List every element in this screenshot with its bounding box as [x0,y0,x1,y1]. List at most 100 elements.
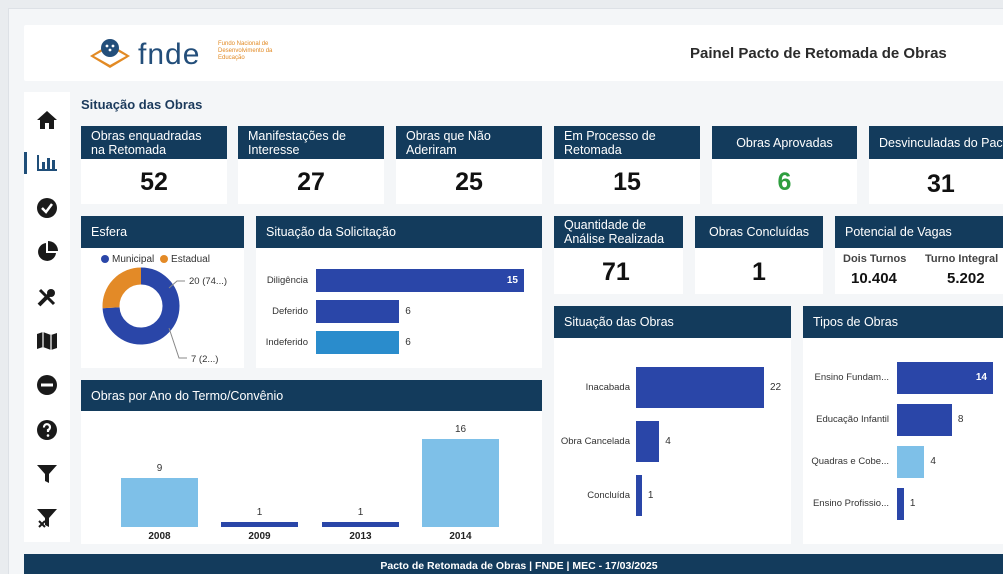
bar-label: Ensino Profissio... [812,498,889,509]
donut-label-estadual: 7 (2...) [191,354,219,365]
bar[interactable] [897,446,925,478]
bar-value: 9 [156,462,163,474]
potencial-value-turno-integral: 5.202 [947,270,985,287]
bar-value: 14 [975,372,987,383]
situacao-obras-card: Situação das Obras Inacabada 22 Obra Cance… [554,306,791,544]
bar-value: 1 [357,506,364,518]
tipos-obras-card: Tipos de Obras Ensino Fundam... 14 Educaçã… [803,306,1003,544]
kpi-value: 27 [297,168,325,196]
bar-value: 6 [405,336,411,348]
esfera-donut-chart [102,267,187,359]
bar[interactable] [636,475,642,516]
kpi-card-analise[interactable]: Quantidade de Análise Realizada 71 [554,216,683,294]
bar-value: 22 [770,381,782,393]
bar-value: 1 [909,498,916,509]
bar-value: 15 [506,274,518,286]
bar-value: 1 [647,489,654,501]
potencial-label-turno-integral: Turno Integral [925,253,999,265]
home-icon[interactable] [35,108,59,132]
fnde-emblem-icon [90,39,130,68]
kpi-value: 31 [927,170,955,198]
kpi-card-nao-aderiram[interactable]: Obras que Não Aderiram 25 [396,126,542,204]
bar-label: Concluída [587,489,630,501]
solicitacao-card: Situação da Solicitação Diligência 15 Defe… [256,216,542,368]
kpi-card-manifestacoes[interactable]: Manifestações de Interesse 27 [238,126,384,204]
kpi-value: 71 [602,258,630,286]
logo-subtitle: Fundo Nacional de Desenvolvimento da Edu… [218,41,273,61]
bar-value: 6 [405,305,411,317]
bar[interactable] [636,421,660,462]
bar[interactable] [636,367,764,408]
bar-label: Quadras e Cobe... [811,456,889,467]
kpi-value: 52 [140,168,168,196]
kpi-card-em-processo[interactable]: Em Processo de Retomada 15 [554,126,700,204]
bar-chart-icon[interactable] [35,151,59,175]
kpi-value: 15 [613,168,641,196]
bar[interactable] [897,404,952,436]
fnde-logo[interactable]: fnde Fundo Nacional de Desenvolvimento d… [86,34,286,74]
kpi-label: Desvinculadas do Pacto [869,126,1003,159]
bar-label: Educação Infantil [816,414,889,425]
bar-value: 16 [454,424,467,435]
kpi-label: Obras Concluídas [695,216,823,248]
potencial-label-dois-turnos: Dois Turnos [843,253,907,265]
bar-value: 1 [256,506,263,518]
situacao-obras-bar-chart: Inacabada 22 Obra Cancelada 4 Concluída 1 [554,338,791,544]
esfera-title: Esfera [81,216,244,248]
esfera-card: Esfera Municipal Estadual 20 (74...) 7 (… [81,216,244,368]
potencial-vagas-card[interactable]: Potencial de Vagas Dois Turnos 10.404 Tu… [835,216,1003,294]
bar-label: Indeferido [265,336,308,348]
obras-ano-bar-chart: 9 2008 1 2009 1 2013 16 2014 [81,411,542,544]
bar[interactable] [121,477,198,527]
kpi-value: 1 [752,258,766,286]
sidebar [24,92,70,542]
filter-icon[interactable] [35,462,59,486]
map-icon[interactable] [35,329,59,353]
bar-category: 2013 [349,531,372,542]
kpi-label: Quantidade de Análise Realizada [554,216,683,248]
bar[interactable] [221,521,298,527]
kpi-value: 25 [455,168,483,196]
check-circle-icon[interactable] [35,196,59,220]
bar[interactable] [322,521,399,527]
logo-wordmark: fnde [138,38,201,71]
kpi-value: 6 [777,168,792,196]
help-icon[interactable] [35,418,59,442]
bar-label: Obra Cancelada [560,435,630,447]
bar-label: Deferido [272,305,308,317]
kpi-label: Obras que Não Aderiram [396,126,542,159]
tipos-obras-title: Tipos de Obras [803,306,1003,338]
obras-ano-title: Obras por Ano do Termo/Convênio [81,380,542,411]
kpi-label: Obras enquadradas na Retomada [81,126,227,159]
pie-chart-icon[interactable] [35,240,59,264]
potencial-value-dois-turnos: 10.404 [851,270,897,287]
situacao-obras-title: Situação das Obras [554,306,791,338]
kpi-card-enquadradas[interactable]: Obras enquadradas na Retomada 52 [81,126,227,204]
sidebar-active-indicator [24,152,27,174]
bar[interactable] [422,439,499,527]
donut-slice-estadual[interactable] [102,267,142,309]
bar-label: Diligência [266,274,308,286]
bar-category: 2009 [248,531,271,542]
page-title: Painel Pacto de Retomada de Obras [690,45,947,62]
donut-leader-line [168,327,187,359]
footer-bar: Pacto de Retomada de Obras | FNDE | MEC … [24,554,1003,574]
solicitacao-bar-chart: Diligência 15 Deferido 6 Indeferido 6 [256,248,542,368]
minus-circle-icon[interactable] [35,373,59,397]
clear-filter-icon[interactable] [35,506,59,530]
donut-label-municipal: 20 (74...) [189,276,228,287]
bar-value: 4 [665,435,671,447]
bar[interactable] [316,300,400,323]
bar[interactable] [897,488,904,520]
tipos-obras-bar-chart: Ensino Fundam... 14 Educação Infantil 8 Quad… [803,338,1003,544]
kpi-card-concluidas[interactable]: Obras Concluídas 1 [695,216,823,294]
header-bar: fnde Fundo Nacional de Desenvolvimento d… [24,25,1003,81]
kpi-card-aprovadas[interactable]: Obras Aprovadas 6 [712,126,857,204]
bar[interactable] [316,331,400,354]
tools-icon[interactable] [35,285,59,309]
bar-value: 4 [930,456,936,467]
kpi-label: Manifestações de Interesse [238,126,384,159]
bar-category: 2014 [449,531,472,542]
section-title: Situação das Obras [81,97,203,112]
kpi-card-desvinculadas[interactable]: Desvinculadas do Pacto 31 [869,126,1003,204]
